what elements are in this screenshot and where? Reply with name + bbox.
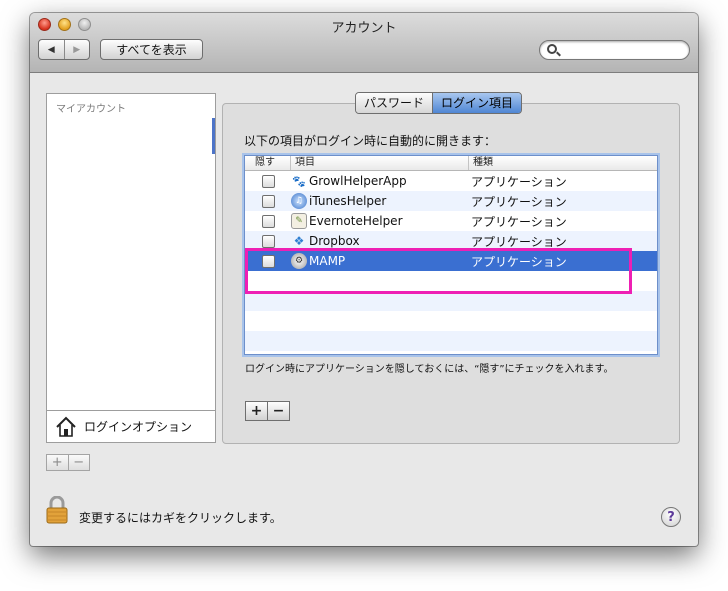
search-icon (547, 44, 557, 54)
forward-icon[interactable]: ▶ (63, 40, 90, 59)
titlebar: アカウント ◀ ▶ すべてを表示 (30, 13, 698, 73)
item-name: iTunesHelper (309, 194, 387, 208)
home-icon (56, 416, 76, 437)
account-list[interactable]: マイアカウント ログインオプション (46, 93, 216, 443)
account-list-header: マイアカウント (56, 104, 126, 115)
lock-hint-text: 変更するにはカギをクリックします。 (79, 511, 282, 525)
item-name: EvernoteHelper (309, 214, 403, 228)
login-options-label: ログインオプション (84, 420, 193, 434)
tab-login-items[interactable]: ログイン項目 (432, 93, 522, 113)
item-kind: アプリケーション (471, 174, 567, 189)
item-kind: アプリケーション (471, 194, 567, 209)
column-header-kind[interactable]: 種類 (469, 156, 657, 170)
itunes-icon: ♫ (291, 193, 307, 209)
hide-checkbox[interactable] (261, 234, 275, 248)
item-kind: アプリケーション (471, 234, 567, 249)
window-title: アカウント (331, 21, 397, 36)
account-list-scrollbar[interactable] (212, 118, 215, 154)
table-row[interactable]: ♫ iTunesHelper アプリケーション (245, 191, 657, 211)
nav-button-group: ◀ ▶ (38, 39, 90, 60)
table-row-empty (245, 311, 657, 331)
tab-password[interactable]: パスワード (356, 93, 433, 113)
login-items-description: 以下の項目がログイン時に自動的に開きます： (244, 134, 497, 148)
table-header: 隠す 項目 種類 (245, 156, 657, 171)
item-kind: アプリケーション (471, 214, 567, 229)
hide-hint-text: ログイン時にアプリケーションを隠しておくには、“隠す”にチェックを入れます。 (245, 364, 614, 375)
column-header-hide[interactable]: 隠す (245, 156, 291, 170)
item-name: GrowlHelperApp (309, 174, 407, 188)
table-row[interactable]: 🐾 GrowlHelperApp アプリケーション (245, 171, 657, 191)
annotation-highlight-box (245, 248, 632, 294)
add-login-item-button[interactable]: + (246, 402, 267, 420)
search-input[interactable] (562, 42, 682, 58)
table-row[interactable]: ✎ EvernoteHelper アプリケーション (245, 211, 657, 231)
help-button[interactable]: ? (661, 507, 681, 527)
tab-bar: パスワード ログイン項目 (355, 92, 523, 114)
add-account-button[interactable]: + (47, 455, 68, 470)
show-all-button[interactable]: すべてを表示 (100, 39, 203, 60)
hide-checkbox[interactable] (261, 174, 275, 188)
dropbox-icon: ❖ (293, 234, 305, 248)
hide-checkbox[interactable] (261, 214, 275, 228)
account-add-remove: + − (46, 454, 90, 471)
login-item-add-remove: + − (245, 401, 290, 421)
back-icon[interactable]: ◀ (39, 40, 64, 59)
login-options-item[interactable]: ログインオプション (47, 410, 215, 442)
table-row-empty (245, 291, 657, 311)
evernote-icon: ✎ (291, 213, 307, 229)
lock-icon[interactable] (46, 496, 68, 524)
search-box (539, 40, 690, 60)
growl-icon: 🐾 (292, 174, 306, 188)
column-header-item[interactable]: 項目 (291, 156, 469, 170)
hide-checkbox[interactable] (261, 194, 275, 208)
item-name: Dropbox (309, 234, 360, 248)
remove-account-button[interactable]: − (67, 455, 90, 470)
remove-login-item-button[interactable]: − (267, 402, 289, 420)
table-row-empty (245, 331, 657, 351)
